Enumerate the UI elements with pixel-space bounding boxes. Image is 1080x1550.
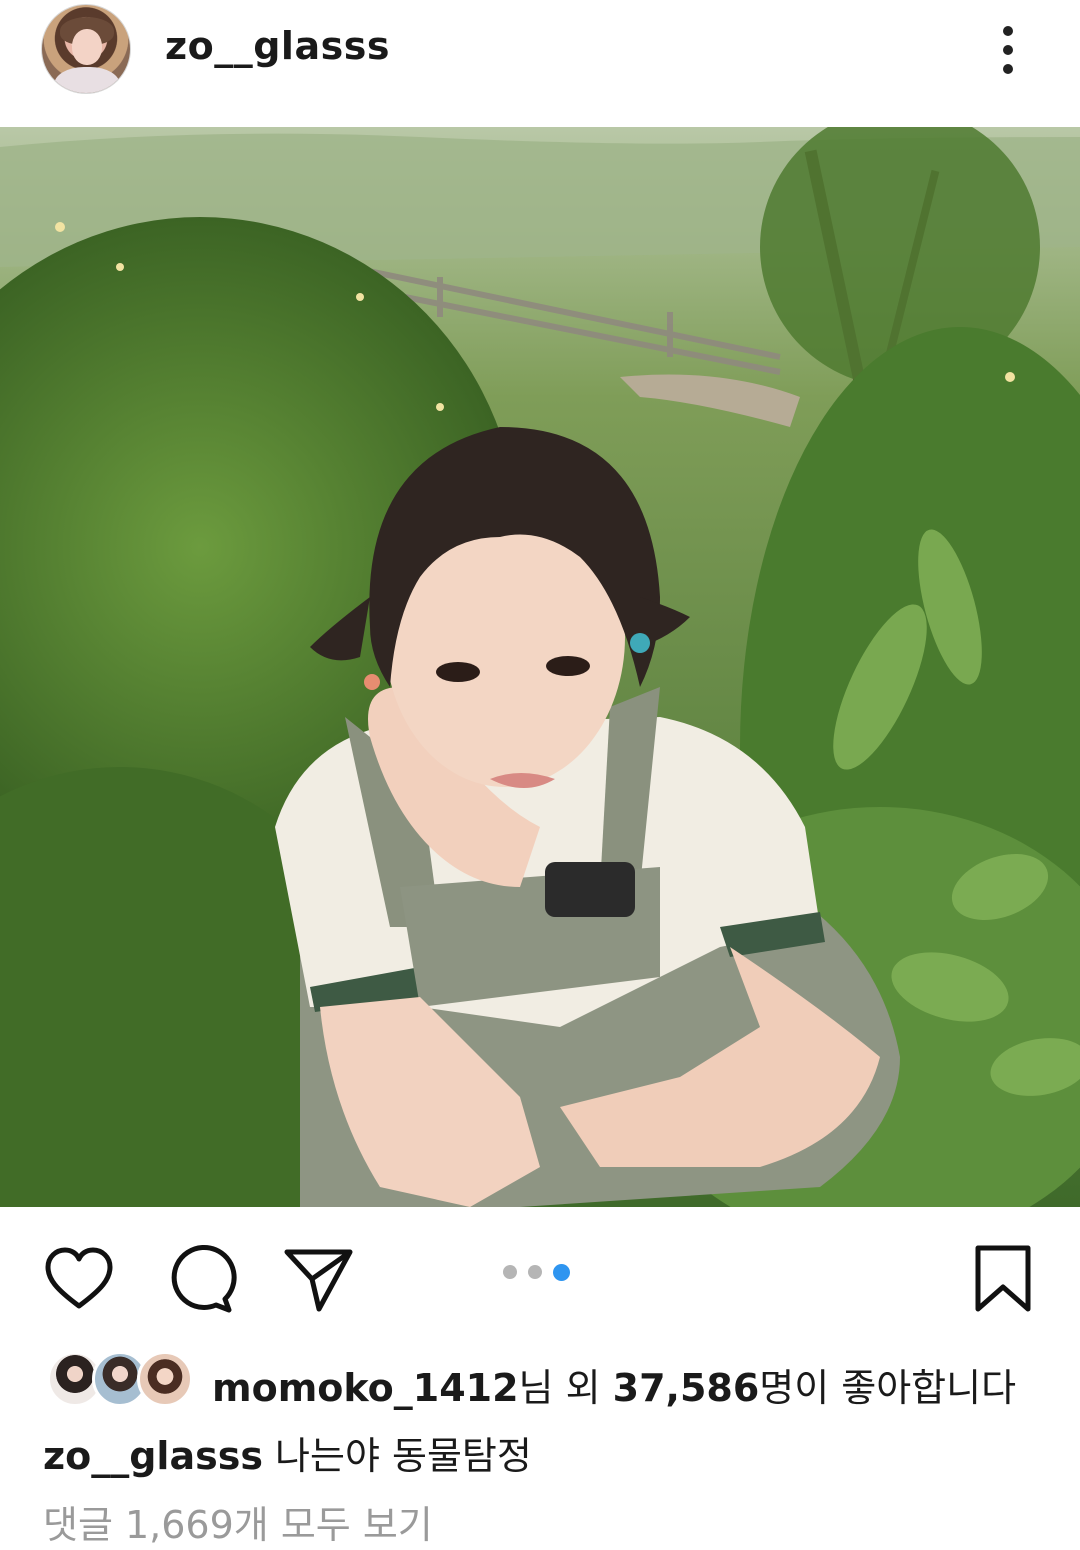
likes-row[interactable]: momoko_1412님 외 37,586명이 좋아합니다: [47, 1351, 1047, 1412]
caption-username[interactable]: zo__glasss: [43, 1434, 263, 1478]
comment-bubble-icon[interactable]: [163, 1243, 237, 1317]
likes-count: 37,586: [612, 1366, 760, 1410]
author-avatar[interactable]: [41, 4, 131, 94]
post-image[interactable]: [0, 127, 1080, 1207]
carousel-dot-active: [553, 1264, 570, 1281]
carousel-indicator: [503, 1264, 570, 1281]
likes-mid-text: 님 외: [518, 1366, 613, 1410]
caption-text: 나는야 동물탐정: [275, 1434, 532, 1478]
more-options-icon[interactable]: [990, 22, 1026, 78]
heart-icon[interactable]: [42, 1243, 116, 1317]
send-paper-plane-icon[interactable]: [282, 1243, 356, 1317]
carousel-dot: [528, 1265, 542, 1279]
liker-avatar: [137, 1351, 193, 1407]
view-all-comments-link[interactable]: 댓글 1,669개 모두 보기: [43, 1494, 433, 1549]
author-username[interactable]: zo__glasss: [165, 24, 390, 68]
likes-suffix: 명이 좋아합니다: [759, 1366, 1017, 1410]
likes-summary[interactable]: momoko_1412님 외 37,586명이 좋아합니다: [212, 1357, 1016, 1412]
post-header: zo__glasss: [0, 0, 1080, 127]
bookmark-icon[interactable]: [966, 1243, 1040, 1317]
first-liker-username[interactable]: momoko_1412: [212, 1366, 519, 1410]
carousel-dot: [503, 1265, 517, 1279]
post-caption: zo__glasss 나는야 동물탐정: [43, 1425, 532, 1480]
